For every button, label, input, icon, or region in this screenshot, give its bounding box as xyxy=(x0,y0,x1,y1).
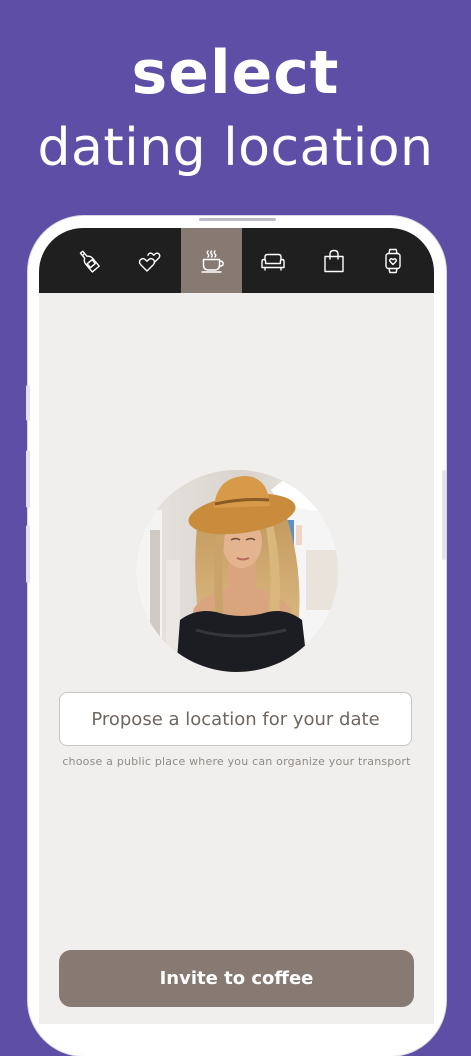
app-screen: choose a public place where you can orga… xyxy=(39,228,434,1024)
tab-coffee[interactable] xyxy=(181,228,242,293)
hearts-icon xyxy=(138,251,160,272)
sofa-icon xyxy=(260,253,285,271)
phone-speaker xyxy=(199,218,276,221)
headline-subtitle: dating location xyxy=(37,118,434,178)
tab-home[interactable] xyxy=(242,228,303,293)
invite-to-coffee-button[interactable]: Invite to coffee xyxy=(59,950,414,1007)
wine-bottle-icon xyxy=(79,250,100,273)
shopping-bag-icon xyxy=(323,249,344,272)
smartwatch-icon xyxy=(385,248,401,273)
location-hint: choose a public place where you can orga… xyxy=(62,755,411,768)
profile-photo xyxy=(136,470,338,672)
phone-side-button-left-3 xyxy=(26,525,30,583)
phone-side-button-left-2 xyxy=(26,450,30,508)
phone-side-button-right xyxy=(442,470,446,560)
coffee-cup-icon xyxy=(200,249,224,273)
phone-side-button-left-1 xyxy=(26,385,30,421)
tab-romance[interactable] xyxy=(120,228,181,293)
category-tab-bar xyxy=(39,228,434,293)
tab-shopping[interactable] xyxy=(303,228,364,293)
tab-drinks[interactable] xyxy=(39,228,120,293)
tab-gifts[interactable] xyxy=(364,228,434,293)
headline-title: select xyxy=(131,38,340,108)
location-input[interactable] xyxy=(59,692,412,746)
